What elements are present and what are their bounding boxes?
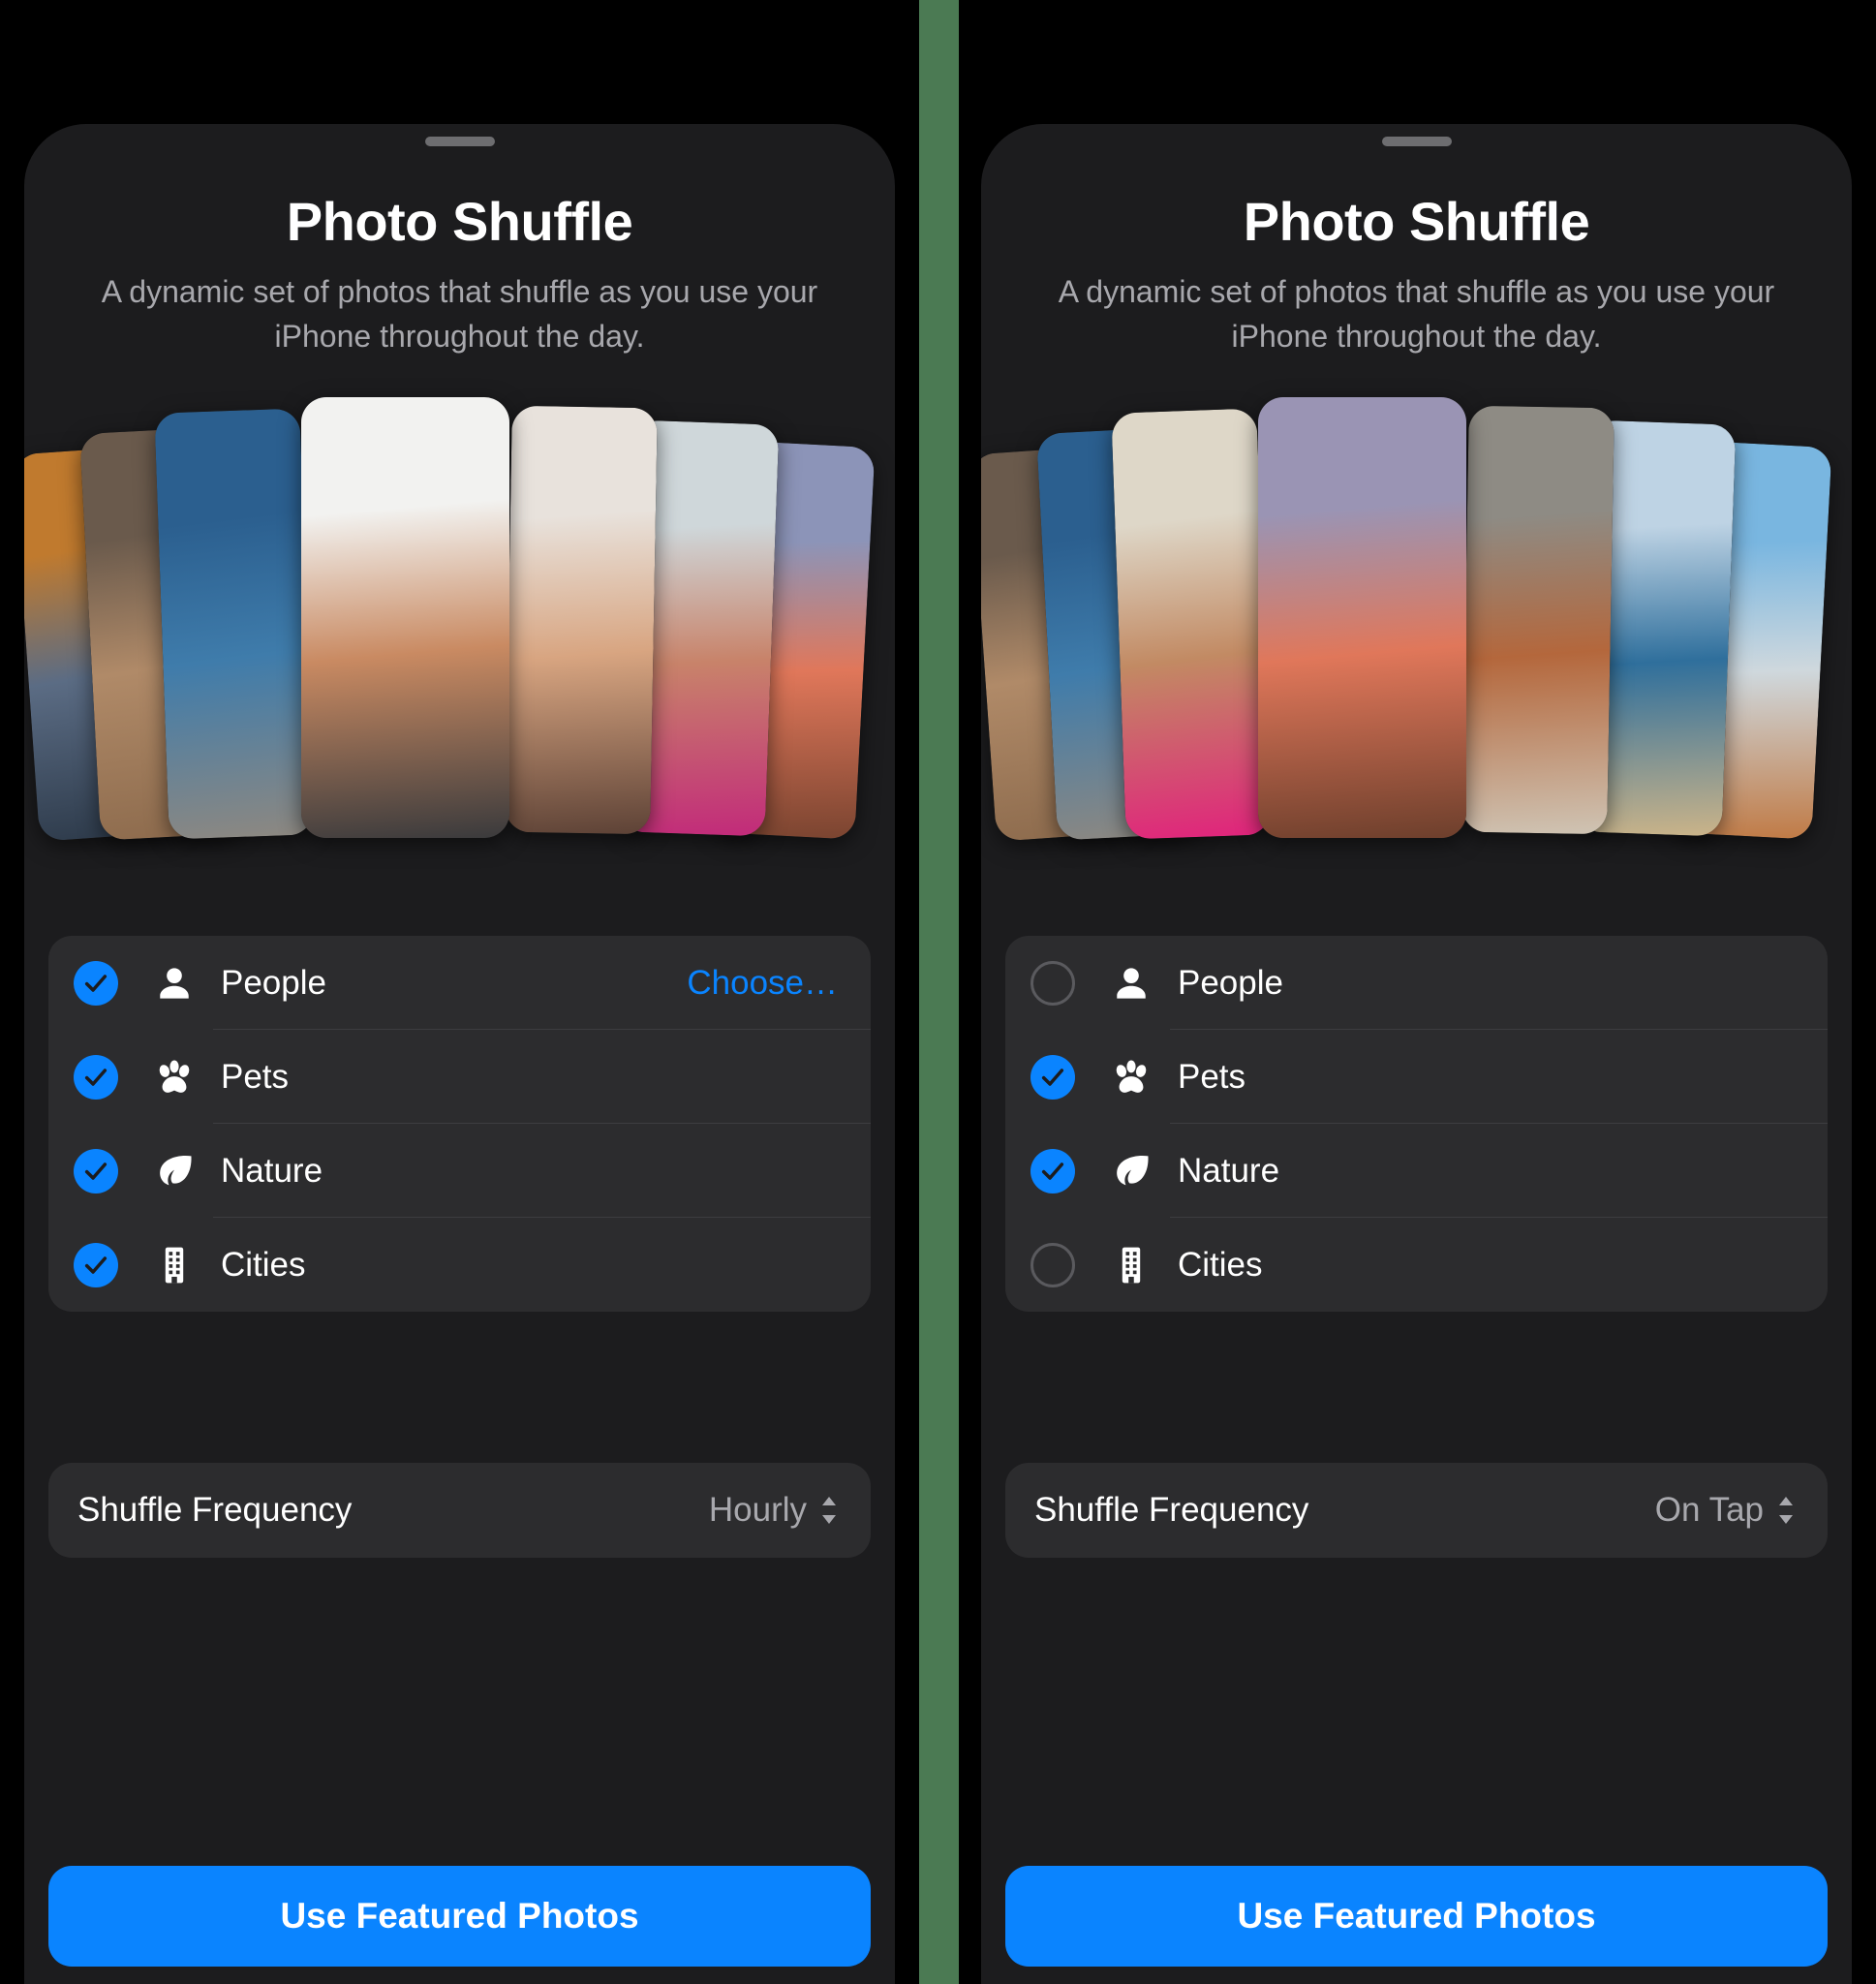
check-icon: [84, 974, 108, 992]
photo-fan-preview-right: [981, 393, 1852, 849]
photo-card-dog-face-pink-jacket: [1111, 408, 1272, 840]
category-option-nature[interactable]: Nature: [1005, 1124, 1828, 1218]
photo-card-mountains-at-sunset: [1258, 397, 1466, 838]
sheet-grabber-handle[interactable]: [424, 137, 495, 146]
building-icon: [1122, 1247, 1141, 1283]
category-option-label: People: [221, 963, 326, 1002]
page-title: Photo Shuffle: [1243, 191, 1590, 252]
shuffle-frequency-label: Shuffle Frequency: [77, 1491, 353, 1529]
shuffle-frequency-value-text: Hourly: [708, 1491, 807, 1529]
leaf-icon: [160, 1155, 192, 1185]
shuffle-frequency-value[interactable]: Hourly: [709, 1491, 840, 1530]
checkbox-people[interactable]: [1030, 960, 1075, 1006]
shuffle-frequency-row-left[interactable]: Shuffle Frequency Hourly: [48, 1463, 871, 1558]
sheet-grabber-handle[interactable]: [1381, 137, 1452, 146]
page-subtitle: A dynamic set of photos that shuffle as …: [101, 274, 818, 354]
photo-fan-preview-left: [24, 393, 895, 849]
chevron-up-down-icon: [822, 1497, 836, 1524]
screenshot-stage: Photo Shuffle A dynamic set of photos th…: [0, 0, 1876, 1984]
choose-people-link[interactable]: Choose…: [687, 964, 838, 1003]
category-option-label: Pets: [1178, 1057, 1246, 1096]
checkbox-pets[interactable]: [1030, 1054, 1075, 1100]
photo-shuffle-sheet: Photo Shuffle A dynamic set of photos th…: [981, 124, 1852, 1984]
checkbox-nature[interactable]: [1030, 1148, 1075, 1194]
checkbox-cities[interactable]: [1030, 1242, 1075, 1287]
category-option-nature[interactable]: Nature: [48, 1124, 871, 1218]
photo-thumbnail: [154, 408, 315, 840]
category-icon-wrap: [1106, 1055, 1156, 1100]
category-options-card-right: People Pets Nature Cities: [1005, 936, 1828, 1312]
checkbox-pets[interactable]: [74, 1054, 118, 1100]
building-icon: [165, 1247, 184, 1283]
category-option-label: Nature: [221, 1151, 323, 1190]
category-icon-wrap: [149, 1243, 200, 1287]
category-icon-wrap: [149, 1055, 200, 1100]
category-options-card-left: People Choose… Pets Nature Cities: [48, 936, 871, 1312]
category-icon-wrap: [149, 961, 200, 1006]
photo-thumbnail: [1258, 397, 1466, 838]
shuffle-frequency-row-right[interactable]: Shuffle Frequency On Tap: [1005, 1463, 1828, 1558]
shuffle-frequency-label: Shuffle Frequency: [1034, 1491, 1309, 1529]
use-featured-photos-button[interactable]: Use Featured Photos: [48, 1866, 871, 1967]
category-option-label: Nature: [1178, 1151, 1280, 1190]
category-option-people[interactable]: People Choose…: [48, 936, 871, 1030]
category-option-cities[interactable]: Cities: [48, 1218, 871, 1312]
photo-shuffle-sheet: Photo Shuffle A dynamic set of photos th…: [24, 124, 895, 1984]
category-option-label: Pets: [221, 1057, 290, 1096]
paw-icon: [159, 1060, 190, 1093]
category-icon-wrap: [1106, 961, 1156, 1006]
shuffle-frequency-value[interactable]: On Tap: [1655, 1491, 1797, 1530]
photo-card-headphones-on-bag: [301, 397, 509, 838]
category-icon-wrap: [1106, 1243, 1156, 1287]
phone-screen-right: Photo Shuffle A dynamic set of photos th…: [957, 0, 1876, 1984]
page-title: Photo Shuffle: [286, 191, 633, 252]
photo-thumbnail: [505, 405, 658, 835]
photo-card-woman-smiling-portrait: [505, 405, 658, 835]
photo-card-bird-on-shoreline: [154, 408, 315, 840]
photo-thumbnail: [301, 397, 509, 838]
check-icon: [84, 1068, 108, 1086]
category-option-cities[interactable]: Cities: [1005, 1218, 1828, 1312]
photo-thumbnail: [1461, 405, 1615, 835]
shuffle-frequency-value-text: On Tap: [1654, 1491, 1764, 1529]
check-icon: [1041, 1068, 1064, 1086]
use-featured-photos-button[interactable]: Use Featured Photos: [1005, 1866, 1828, 1967]
panel-divider: [919, 0, 959, 1984]
check-icon: [84, 1162, 108, 1180]
checkbox-people[interactable]: [74, 960, 118, 1006]
check-icon: [84, 1256, 108, 1274]
leaf-icon: [1117, 1155, 1149, 1185]
category-option-label: Cities: [1178, 1245, 1263, 1284]
category-option-label: Cities: [221, 1245, 306, 1284]
category-icon-wrap: [149, 1149, 200, 1194]
category-option-pets[interactable]: Pets: [48, 1030, 871, 1124]
paw-icon: [1116, 1060, 1147, 1093]
page-subtitle: A dynamic set of photos that shuffle as …: [1058, 274, 1775, 354]
checkbox-cities[interactable]: [74, 1242, 118, 1287]
phone-screen-left: Photo Shuffle A dynamic set of photos th…: [0, 0, 919, 1984]
person-icon: [160, 967, 189, 999]
checkbox-nature[interactable]: [74, 1148, 118, 1194]
photo-card-dog-sleeping-on-blanket: [1461, 405, 1615, 835]
category-option-pets[interactable]: Pets: [1005, 1030, 1828, 1124]
category-icon-wrap: [1106, 1149, 1156, 1194]
person-icon: [1117, 967, 1146, 999]
photo-thumbnail: [1111, 408, 1272, 840]
check-icon: [1041, 1162, 1064, 1180]
chevron-up-down-icon: [1779, 1497, 1793, 1524]
category-option-people[interactable]: People: [1005, 936, 1828, 1030]
category-option-label: People: [1178, 963, 1283, 1002]
